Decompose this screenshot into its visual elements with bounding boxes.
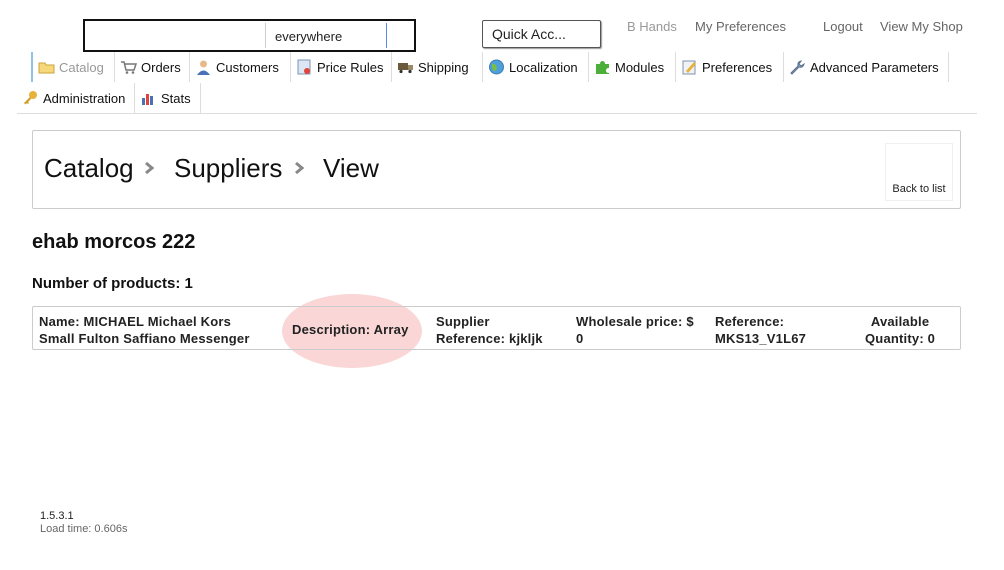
breadcrumb-view: View [323,153,379,183]
search-box: everywhere [83,19,416,52]
tab-advanced-parameters[interactable]: Advanced Parameters [784,52,949,82]
cart-icon [121,61,137,74]
breadcrumb-catalog: Catalog [44,153,134,183]
tab-preferences[interactable]: Preferences [676,52,784,82]
available-quantity-cell: Available Quantity: 0 [865,313,935,347]
my-preferences-link[interactable]: My Preferences [695,19,786,34]
logout-link[interactable]: Logout [823,19,863,34]
tab-label: Administration [43,90,126,106]
load-time-text: Load time: 0.606s [40,523,128,535]
tab-label: Catalog [59,59,104,75]
supplier-reference-line1: Supplier [436,314,490,329]
product-name-line2: Small Fulton Saffiano Messenger [39,331,250,346]
tab-shipping[interactable]: Shipping [392,52,483,82]
reference-line1: Reference: [715,314,785,329]
tab-label: Orders [141,59,181,75]
breadcrumb-suppliers: Suppliers [174,153,283,183]
customer-icon [197,60,210,75]
tab-label: Stats [161,90,191,106]
wholesale-price-line2: 0 [576,331,584,346]
tab-label: Shipping [418,59,469,75]
tab-administration[interactable]: Administration [17,83,135,113]
product-name-cell: Name: MICHAEL Michael Kors Small Fulton … [39,313,250,347]
wrench-icon [790,60,805,75]
search-button[interactable] [387,21,414,50]
view-shop-link[interactable]: View My Shop [880,19,963,34]
tab-catalog[interactable]: Catalog [31,52,115,82]
toolbar-box: Catalog Suppliers View Back to list [32,130,961,209]
version-text: 1.5.3.1 [40,510,74,522]
preferences-icon [682,60,696,75]
chevron-right-icon [295,161,305,175]
supplier-reference-cell: Supplier Reference: kjkljk [436,313,543,347]
tab-modules[interactable]: Modules [589,52,676,82]
tab-label: Localization [509,59,578,75]
tab-customers[interactable]: Customers [190,52,291,82]
search-input[interactable] [85,21,265,50]
bar-chart-icon [142,94,153,105]
product-row: Name: MICHAEL Michael Kors Small Fulton … [32,306,961,350]
globe-icon [489,59,504,75]
tab-label: Price Rules [317,59,384,75]
supplier-reference-line2: Reference: kjkljk [436,331,543,346]
tab-orders[interactable]: Orders [115,52,190,82]
tab-label: Advanced Parameters [810,59,939,75]
employee-name[interactable]: B Hands [627,19,677,34]
chevron-right-icon [145,161,155,175]
supplier-name: ehab morcos 222 [32,231,196,253]
truck-icon [398,63,413,74]
product-name-line1: Name: MICHAEL Michael Kors [39,314,232,329]
search-scope-select[interactable]: everywhere [265,23,387,48]
tab-price-rules[interactable]: Price Rules [291,52,392,82]
tab-localization[interactable]: Localization [483,52,589,82]
available-quantity-line1: Available [870,314,930,329]
wholesale-price-cell: Wholesale price: $ 0 [576,313,694,347]
reference-line2: MKS13_V1L67 [715,331,807,346]
wholesale-price-line1: Wholesale price: $ [576,314,694,329]
back-to-list-button[interactable]: Back to list [885,143,953,201]
reference-cell: Reference: MKS13_V1L67 [715,313,806,347]
tab-label: Customers [216,59,279,75]
price-rules-icon [297,59,311,75]
quick-access-select[interactable]: Quick Acc... [482,20,601,48]
key-icon [24,91,37,105]
available-quantity-line2: Quantity: 0 [865,331,936,346]
tab-stats[interactable]: Stats [135,83,201,113]
product-count: Number of products: 1 [32,275,193,292]
puzzle-icon [596,61,609,74]
tab-divider [17,113,977,114]
tab-label: Modules [615,59,665,75]
product-description-cell: Description: Array [292,322,409,337]
tab-label: Preferences [702,59,773,75]
folder-icon [38,62,55,74]
